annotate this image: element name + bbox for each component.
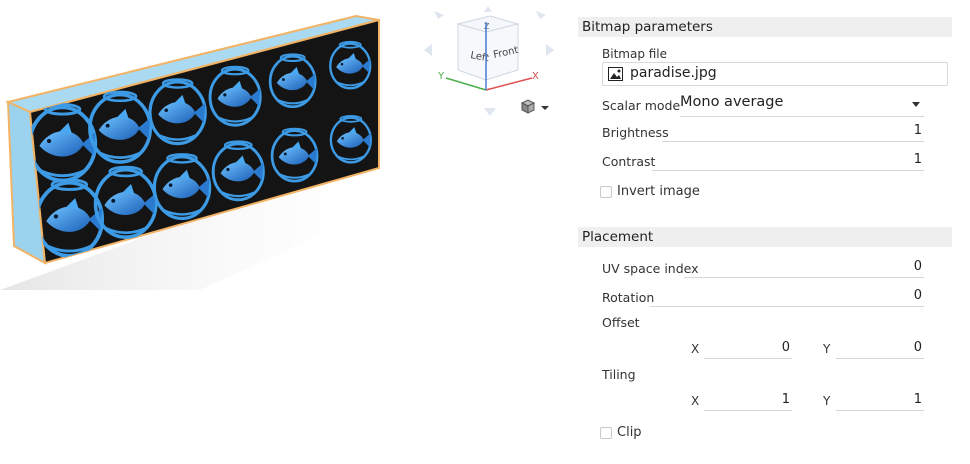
clip-checkbox[interactable] — [600, 427, 612, 439]
bitmap-parameters-header[interactable]: Bitmap parameters — [578, 17, 952, 37]
offset-x-label: X — [691, 342, 700, 356]
bitmap-file-label: Bitmap file — [602, 47, 668, 61]
scalar-mode-label: Scalar mode — [602, 98, 681, 113]
offset-y-input[interactable]: 0 — [836, 340, 924, 359]
cube-top-label: Z — [484, 22, 490, 31]
x-axis-line — [485, 77, 533, 91]
rotate-arrow-icon[interactable] — [434, 11, 444, 19]
offset-x-input[interactable]: 0 — [704, 340, 792, 359]
view-menu-button[interactable] — [519, 98, 553, 118]
tiling-label: Tiling — [602, 367, 636, 382]
clip-label: Clip — [617, 425, 642, 440]
brightness-value: 1 — [913, 123, 922, 138]
rotate-right-icon[interactable] — [546, 44, 554, 56]
tiling-x-label: X — [691, 394, 700, 408]
rotate-arrow-icon[interactable] — [536, 11, 546, 19]
tiling-y-value: 1 — [913, 392, 922, 407]
cube-icon — [520, 99, 536, 114]
tiling-y-input[interactable]: 1 — [836, 392, 924, 411]
contrast-label: Contrast — [602, 154, 656, 169]
properties-panel: Bitmap parameters Bitmap file paradise.j… — [578, 14, 958, 454]
offset-x-value: 0 — [781, 340, 790, 355]
chevron-down-icon — [912, 102, 920, 107]
placement-header[interactable]: Placement — [578, 227, 952, 247]
tiling-x-input[interactable]: 1 — [704, 392, 792, 411]
rotate-left-icon[interactable] — [424, 44, 432, 56]
scalar-mode-dropdown[interactable]: Mono average — [680, 94, 924, 117]
rotate-up-icon[interactable] — [484, 6, 492, 12]
bitmap-file-field[interactable]: paradise.jpg — [602, 62, 948, 86]
scalar-mode-value: Mono average — [680, 94, 784, 110]
contrast-input[interactable]: 1 — [652, 152, 924, 171]
uv-space-index-input[interactable]: 0 — [684, 259, 924, 278]
bitmap-file-name: paradise.jpg — [630, 65, 717, 81]
tiling-x-value: 1 — [781, 392, 790, 407]
offset-y-value: 0 — [913, 340, 922, 355]
rotation-input[interactable]: 0 — [650, 288, 924, 307]
offset-label: Offset — [602, 315, 640, 330]
offset-y-label: Y — [823, 342, 831, 356]
contrast-value: 1 — [913, 152, 922, 167]
rotation-label: Rotation — [602, 290, 655, 305]
invert-image-checkbox[interactable] — [600, 186, 612, 198]
image-icon — [608, 67, 623, 81]
rotate-down-icon[interactable] — [484, 108, 496, 116]
rotation-value: 0 — [913, 288, 922, 303]
x-axis-label: X — [532, 71, 539, 82]
tiling-y-label: Y — [823, 394, 831, 408]
y-axis-line — [445, 77, 487, 91]
brightness-input[interactable]: 1 — [662, 123, 924, 142]
brightness-label: Brightness — [602, 125, 669, 140]
chevron-down-icon — [541, 106, 549, 110]
y-axis-label: Y — [437, 71, 445, 82]
uv-space-index-value: 0 — [913, 259, 922, 274]
invert-image-label: Invert image — [617, 184, 700, 199]
